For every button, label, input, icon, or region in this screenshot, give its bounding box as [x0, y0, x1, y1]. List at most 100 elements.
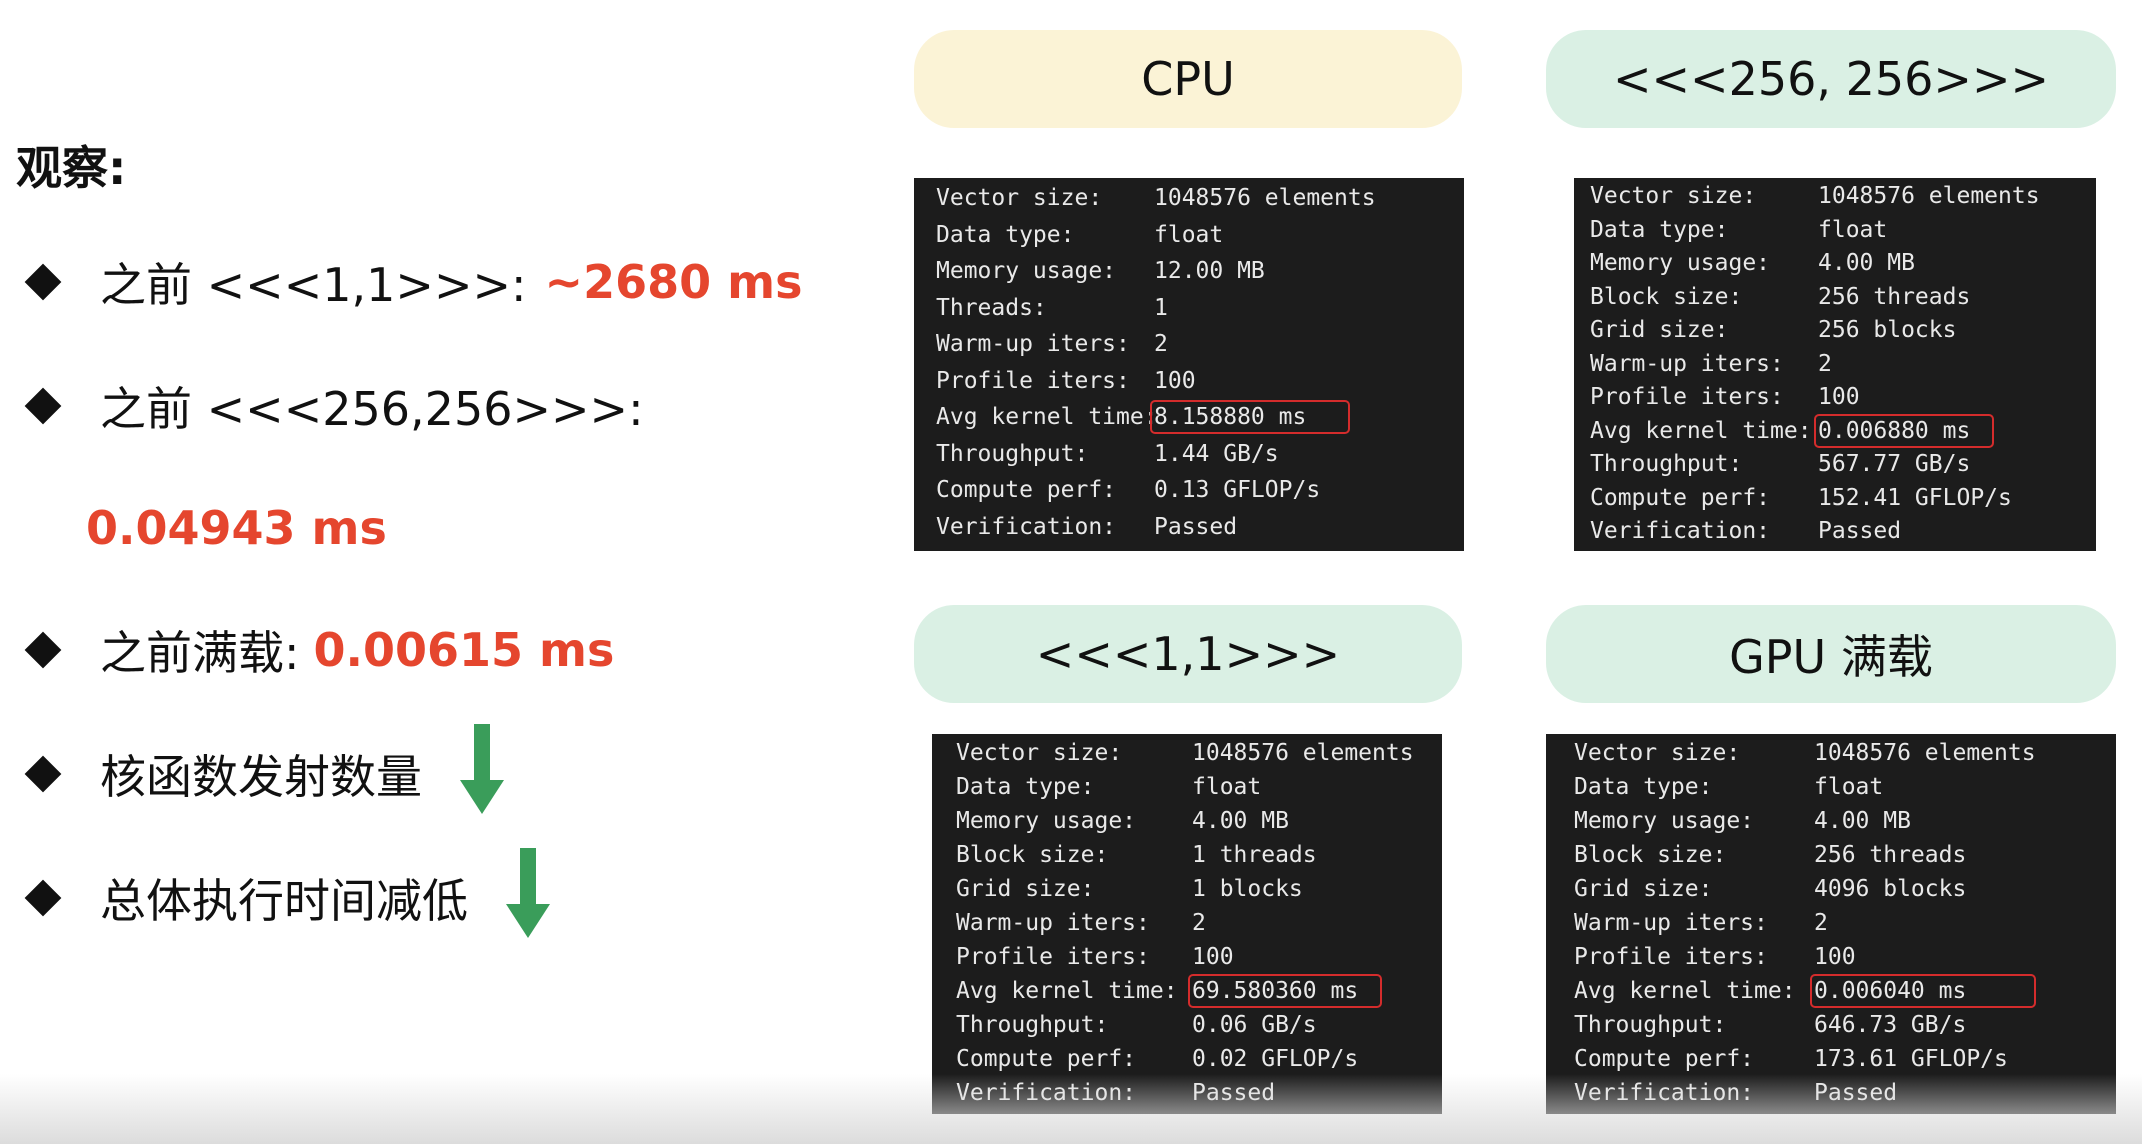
terminal-key: Block size: [956, 842, 1109, 868]
terminal-panel-gpu-full: Vector size: 1048576 elements Data type: fl… [1546, 734, 2116, 1114]
terminal-line: Memory usage: 4.00 MB [932, 804, 1442, 838]
terminal-key: Data type: [1574, 774, 1713, 800]
terminal-key: Vector size: [1574, 740, 1741, 766]
terminal-key: Grid size: [956, 876, 1095, 902]
terminal-value: 4096 blocks [1814, 876, 1967, 902]
diamond-bullet-icon [24, 755, 62, 793]
terminal-key: Warm-up iters: [1590, 350, 1784, 377]
terminal-value: 4.00 MB [1814, 808, 1911, 834]
observation-item-3: 之前满载: 0.00615 ms [22, 612, 614, 688]
panel-title-gpu-full: GPU 满载 [1546, 605, 2116, 703]
highlight-box [1810, 974, 2036, 1008]
terminal-key: Profile iters: [1574, 944, 1768, 970]
terminal-key: Avg kernel time: [1574, 978, 1796, 1004]
terminal-value: 12.00 MB [1154, 258, 1265, 284]
terminal-value: 256 blocks [1818, 317, 1957, 343]
terminal-line: Threads: 1 [914, 290, 1464, 327]
diamond-bullet-icon [24, 879, 62, 917]
terminal-line: Vector size: 1048576 elements [914, 180, 1464, 217]
terminal-line: Avg kernel time: 69.580360 ms [932, 974, 1442, 1008]
terminal-line: Compute perf: 0.13 GFLOP/s [914, 472, 1464, 509]
terminal-key: Avg kernel time: [936, 404, 1158, 430]
terminal-key: Avg kernel time: [956, 978, 1178, 1004]
terminal-value: 100 [1814, 944, 1856, 970]
highlight-box [1188, 974, 1382, 1008]
terminal-value: 2 [1814, 910, 1828, 936]
terminal-value: 1048576 elements [1192, 740, 1414, 766]
terminal-key: Vector size: [1590, 183, 1757, 209]
terminal-value: 1 blocks [1192, 876, 1303, 902]
terminal-value: 173.61 GFLOP/s [1814, 1046, 2008, 1072]
terminal-key: Data type: [956, 774, 1095, 800]
terminal-value: 256 threads [1818, 283, 1971, 310]
terminal-line: Warm-up iters: 2 [932, 906, 1442, 940]
terminal-key: Memory usage: [1590, 250, 1771, 276]
observation-value: 0.00615 ms [313, 623, 615, 677]
terminal-value: 0.02 GFLOP/s [1192, 1046, 1359, 1072]
observation-item-2: 之前 <<<256,256>>>: [22, 368, 644, 444]
diamond-bullet-icon [24, 387, 62, 425]
terminal-line: Block size: 1 threads [932, 838, 1442, 872]
terminal-key: Throughput: [936, 440, 1089, 467]
terminal-line: Vector size: 1048576 elements [932, 736, 1442, 770]
terminal-key: Profile iters: [956, 944, 1150, 970]
highlight-box [1814, 414, 1994, 449]
terminal-value: 1048576 elements [1818, 183, 2040, 209]
observation-item-2-value: 0.04943 ms [86, 490, 387, 566]
observation-heading: 观察: [16, 141, 127, 195]
terminal-value: 4.00 MB [1818, 250, 1915, 276]
terminal-value: 100 [1192, 944, 1234, 970]
terminal-key: Warm-up iters: [936, 331, 1130, 357]
terminal-key: Memory usage: [936, 258, 1117, 284]
terminal-line: Throughput: 0.06 GB/s [932, 1008, 1442, 1042]
terminal-value: 100 [1818, 384, 1860, 410]
terminal-line: Avg kernel time: 8.158880 ms [914, 399, 1464, 436]
terminal-value: 1 [1154, 294, 1168, 321]
terminal-line: Data type: float [914, 217, 1464, 254]
terminal-value: float [1154, 221, 1224, 248]
panel-title-cpu: CPU [914, 30, 1462, 128]
highlight-box [1150, 400, 1350, 435]
terminal-key: Threads: [936, 294, 1047, 321]
terminal-key: Compute perf: [1590, 484, 1771, 511]
terminal-value: 1.44 GB/s [1154, 440, 1279, 467]
terminal-line: Verification: Passed [914, 509, 1464, 546]
terminal-value: 646.73 GB/s [1814, 1012, 1967, 1038]
terminal-line: Warm-up iters: 2 [914, 326, 1464, 363]
terminal-key: Data type: [936, 221, 1075, 248]
terminal-value: float [1818, 216, 1888, 243]
terminal-line: Profile iters: 100 [932, 940, 1442, 974]
terminal-line: Warm-up iters: 2 [1546, 906, 2116, 940]
terminal-key: Memory usage: [1574, 808, 1755, 834]
terminal-key: Block size: [1574, 842, 1727, 868]
terminal-line: Memory usage: 4.00 MB [1546, 804, 2116, 838]
terminal-line: Data type: float [932, 770, 1442, 804]
terminal-line: Compute perf: 173.61 GFLOP/s [1546, 1042, 2116, 1076]
terminal-line: Grid size: 4096 blocks [1546, 872, 2116, 906]
terminal-key: Verification: [1590, 518, 1771, 544]
terminal-value: 0.06 GB/s [1192, 1012, 1317, 1038]
terminal-value: 100 [1154, 367, 1196, 394]
terminal-key: Vector size: [936, 185, 1103, 211]
terminal-key: Warm-up iters: [956, 910, 1150, 936]
terminal-line: Profile iters: 100 [914, 363, 1464, 400]
terminal-key: Throughput: [956, 1012, 1109, 1038]
terminal-line: Profile iters: 100 [1574, 381, 2096, 415]
terminal-key: Compute perf: [956, 1046, 1137, 1072]
observation-label: 核函数发射数量 [100, 750, 422, 804]
terminal-key: Compute perf: [936, 477, 1117, 503]
terminal-line: Throughput: 646.73 GB/s [1546, 1008, 2116, 1042]
observation-label: 之前 <<<256,256>>>: [100, 382, 644, 436]
terminal-line: Avg kernel time: 0.006040 ms [1546, 974, 2116, 1008]
observation-item-5: 总体执行时间减低 [22, 847, 550, 938]
terminal-line: Profile iters: 100 [1546, 940, 2116, 974]
terminal-value: 567.77 GB/s [1818, 451, 1971, 477]
terminal-line: Block size: 256 threads [1574, 281, 2096, 315]
terminal-value: Passed [1818, 518, 1902, 544]
terminal-value: 2 [1818, 350, 1832, 377]
terminal-line: Grid size: 1 blocks [932, 872, 1442, 906]
terminal-key: Vector size: [956, 740, 1123, 766]
observation-item-1: 之前 <<<1,1>>>: ~2680 ms [22, 244, 802, 320]
terminal-panel-gpu-256: Vector size: 1048576 elements Data type: fl… [1574, 178, 2096, 551]
terminal-key: Verification: [936, 513, 1117, 540]
